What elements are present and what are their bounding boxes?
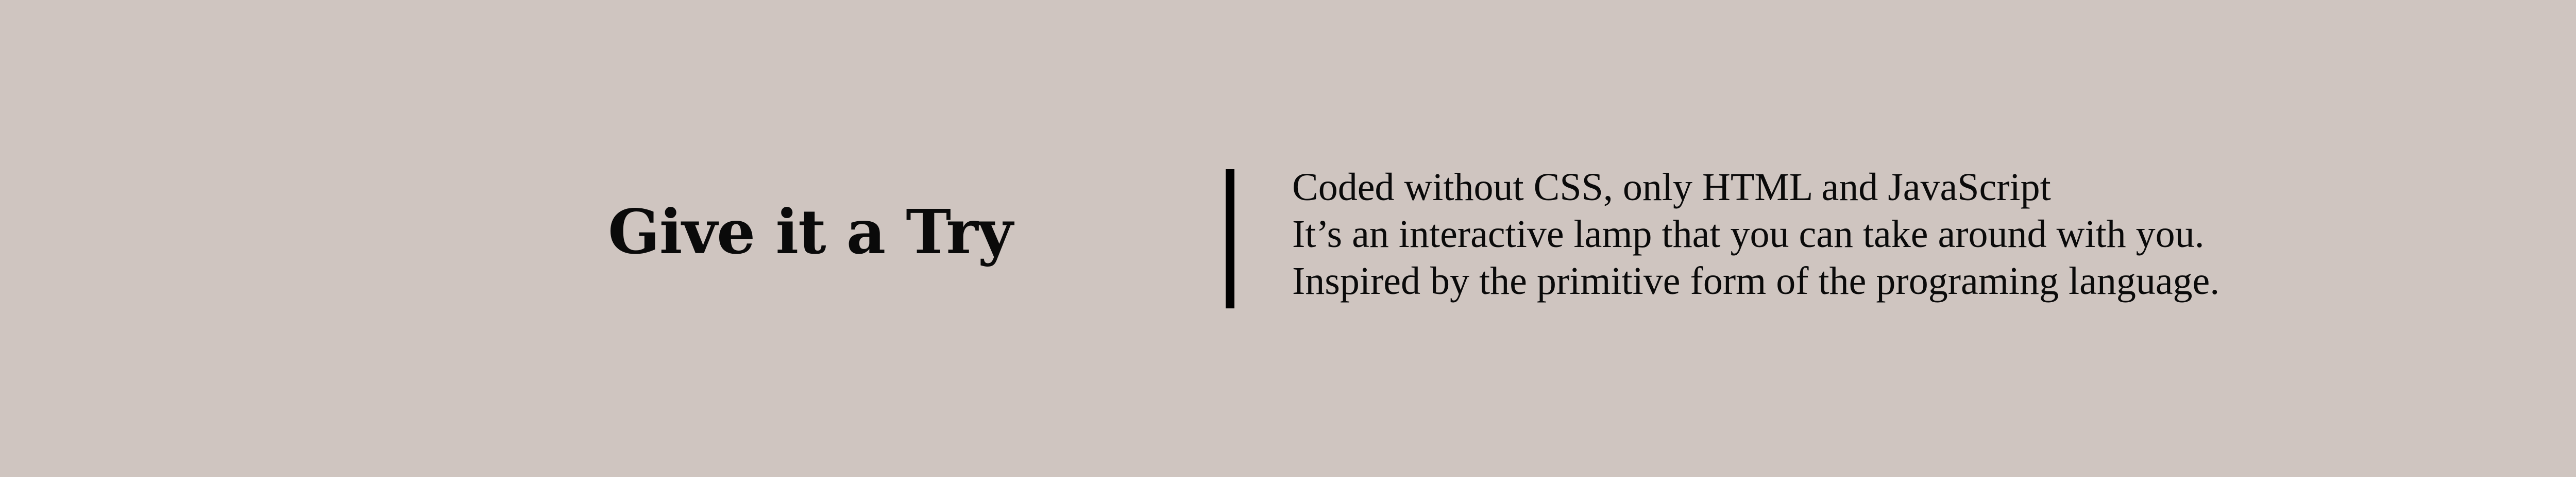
vertical-divider <box>1226 169 1234 308</box>
description-line: Inspired by the primitive form of the pr… <box>1292 259 2220 303</box>
page-title: Give it a Try <box>608 196 1013 268</box>
description-block: Coded without CSS, only HTML and JavaScr… <box>1292 164 2219 305</box>
description-line: It’s an interactive lamp that you can ta… <box>1292 212 2205 256</box>
description-line: Coded without CSS, only HTML and JavaScr… <box>1292 166 2051 209</box>
